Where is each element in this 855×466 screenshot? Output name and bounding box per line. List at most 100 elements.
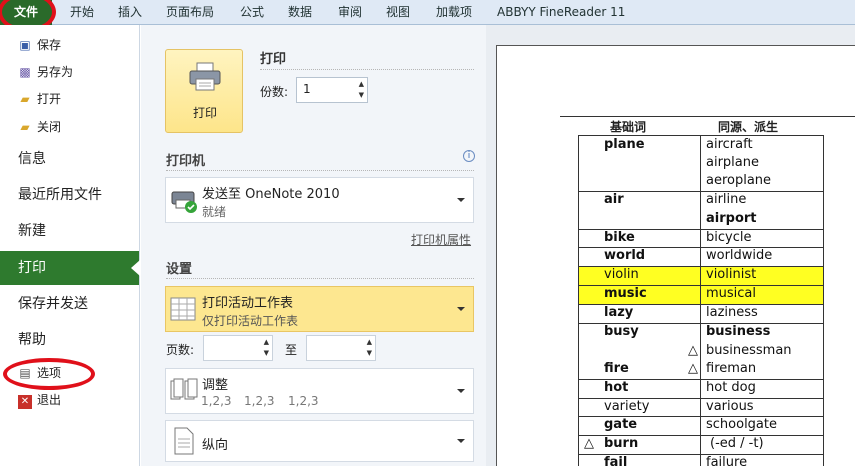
tab-home[interactable]: 开始	[70, 0, 94, 25]
collate-title: 调整	[202, 378, 229, 393]
spin-down-icon[interactable]: ▼	[264, 349, 269, 357]
info-icon[interactable]: i	[463, 150, 475, 162]
nav-info[interactable]: 信息	[0, 142, 139, 176]
table-cell: plane	[604, 137, 645, 152]
table-cell: (-ed / -t)	[710, 436, 764, 451]
print-button-label: 打印	[192, 106, 217, 120]
table-cell: bicycle	[706, 230, 752, 245]
tab-page-layout[interactable]: 页面布局	[166, 0, 214, 25]
table-cell: worldwide	[706, 248, 773, 263]
spin-down-icon[interactable]: ▼	[359, 91, 364, 99]
chevron-down-icon	[457, 389, 465, 393]
spin-up-icon[interactable]: ▲	[359, 80, 364, 88]
nav-exit-label: 退出	[37, 393, 62, 407]
table-cell: businessman	[706, 343, 792, 358]
print-scope-subtitle: 仅打印活动工作表	[202, 314, 299, 328]
table-cell: aeroplane	[706, 173, 772, 188]
table-cell: world	[604, 248, 646, 263]
nav-open-label: 打开	[37, 92, 62, 106]
print-button[interactable]: 打印	[165, 49, 243, 133]
portrait-page-icon	[174, 427, 194, 455]
to-label: 至	[285, 343, 298, 357]
floppy-disk-icon: ▣	[19, 38, 31, 52]
table-cell: aircraft	[706, 137, 753, 152]
tab-review[interactable]: 审阅	[338, 0, 362, 25]
table-cell: fireman	[706, 361, 757, 376]
page-from-input[interactable]: ▲ ▼	[203, 335, 273, 361]
page-to-input[interactable]: ▲ ▼	[306, 335, 376, 361]
nav-print[interactable]: 打印	[0, 251, 140, 285]
collate-pages-icon	[170, 378, 198, 400]
spin-up-icon[interactable]: ▲	[367, 338, 372, 346]
table-cell: airline	[706, 192, 747, 207]
save-as-icon: ▩	[19, 65, 31, 79]
nav-save-as[interactable]: ▩ 另存为	[18, 61, 73, 83]
pages-label: 页数:	[166, 343, 195, 357]
nav-close[interactable]: ▰ 关闭	[18, 116, 61, 138]
print-scope-dropdown[interactable]: 打印活动工作表 仅打印活动工作表	[165, 286, 474, 332]
table-cell: air	[604, 192, 624, 207]
nav-close-label: 关闭	[37, 120, 62, 134]
tab-formulas[interactable]: 公式	[240, 0, 264, 25]
nav-save-label: 保存	[37, 38, 62, 52]
tab-addins[interactable]: 加载项	[436, 0, 472, 25]
table-cell: musical	[706, 286, 757, 301]
printer-status: 就绪	[202, 205, 227, 219]
printer-name: 发送至 OneNote 2010	[202, 187, 340, 202]
close-folder-icon: ▰	[20, 120, 30, 134]
collate-sequence: 1,2,3	[244, 394, 275, 408]
copies-stepper[interactable]: 1 ▲ ▼	[296, 77, 368, 103]
nav-save[interactable]: ▣ 保存	[18, 34, 61, 56]
table-top-border	[560, 116, 855, 117]
tab-view[interactable]: 视图	[386, 0, 410, 25]
table-cell: business	[706, 324, 771, 339]
divider	[166, 170, 474, 171]
printer-heading: 打印机	[166, 154, 206, 169]
print-heading: 打印	[260, 52, 287, 67]
copies-label: 份数:	[260, 85, 289, 99]
table-left-border	[578, 135, 579, 466]
backstage-nav: ▣ 保存 ▩ 另存为 ▰ 打开 ▰ 关闭 信息 最近所用文件 新建 打印 保存并发送 帮…	[0, 25, 140, 466]
table-cell: failure	[706, 455, 748, 466]
table-middle-border	[700, 135, 701, 466]
table-cell: gate	[604, 417, 638, 432]
nav-new[interactable]: 新建	[0, 214, 139, 248]
chevron-down-icon	[457, 439, 465, 443]
table-cell: various	[706, 399, 754, 414]
nav-exit[interactable]: ✕ 退出	[18, 389, 61, 411]
tab-insert[interactable]: 插入	[118, 0, 142, 25]
spin-up-icon[interactable]: ▲	[264, 338, 269, 346]
tab-abbyy[interactable]: ABBYY FineReader 11	[497, 0, 625, 25]
settings-heading: 设置	[166, 262, 193, 277]
open-folder-icon: ▰	[20, 92, 30, 106]
preview-page	[496, 45, 855, 466]
table-cell: airplane	[706, 155, 759, 170]
printer-properties-link[interactable]: 打印机属性	[411, 231, 471, 248]
file-tab[interactable]: 文件	[0, 0, 52, 25]
print-settings-panel: 打印 打印 份数: 1 ▲ ▼ 打印机 i 发送至 OneNote 2010 就…	[141, 25, 486, 466]
collate-sequence: 1,2,3	[288, 394, 319, 408]
nav-recent[interactable]: 最近所用文件	[0, 178, 139, 212]
tab-data[interactable]: 数据	[288, 0, 312, 25]
nav-help[interactable]: 帮助	[0, 323, 139, 357]
nav-options[interactable]: ▤ 选项	[18, 362, 61, 384]
column-header-base-word: 基础词	[610, 120, 647, 134]
orientation-dropdown[interactable]: 纵向	[165, 420, 474, 462]
table-cell: busy	[604, 324, 639, 339]
printer-dropdown[interactable]: 发送至 OneNote 2010 就绪	[165, 177, 474, 223]
spin-down-icon[interactable]: ▼	[367, 349, 372, 357]
table-cell: airport	[706, 211, 757, 226]
table-cell: schoolgate	[706, 417, 777, 432]
table-cell: laziness	[706, 305, 758, 320]
printer-icon	[189, 62, 221, 91]
exit-icon: ✕	[18, 395, 32, 409]
table-cell: fire	[604, 361, 629, 376]
divider	[260, 69, 474, 70]
copies-value: 1	[303, 82, 311, 96]
options-icon: ▤	[19, 366, 31, 380]
nav-save-send[interactable]: 保存并发送	[0, 287, 139, 321]
table-cell: bike	[604, 230, 635, 245]
nav-open[interactable]: ▰ 打开	[18, 88, 61, 110]
triangle-mark: △	[688, 343, 698, 358]
table-cell: music	[604, 286, 647, 301]
